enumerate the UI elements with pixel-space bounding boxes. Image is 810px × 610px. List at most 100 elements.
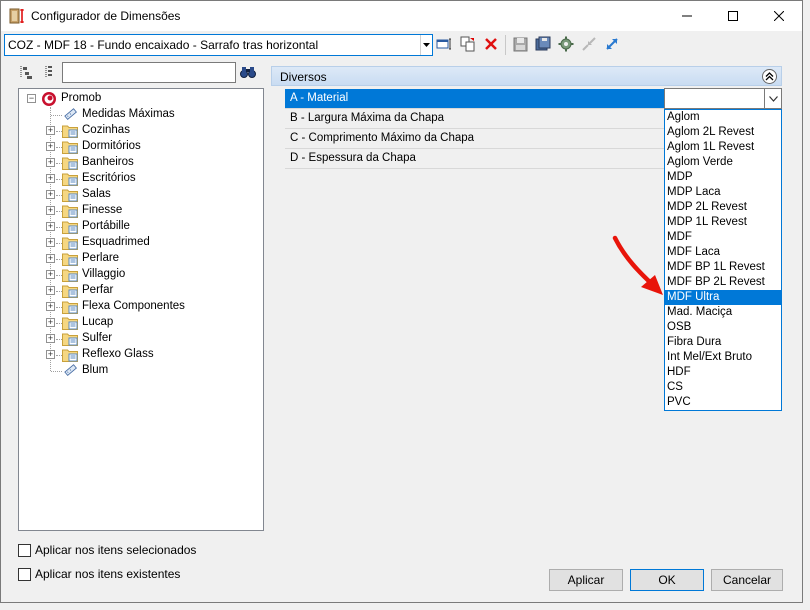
expand-toggle[interactable]: + [46, 190, 55, 199]
tree-connector [51, 371, 62, 372]
collapse-toggle[interactable]: − [27, 94, 36, 103]
properties-button[interactable] [435, 35, 453, 53]
material-option[interactable]: Aglom 1L Revest [665, 140, 781, 155]
expand-toggle[interactable]: + [46, 302, 55, 311]
expand-dimensions-button[interactable] [603, 35, 621, 53]
material-option[interactable]: MDF Laca [665, 245, 781, 260]
material-option[interactable]: MDF Ultra [665, 290, 781, 305]
expand-toggle[interactable]: + [46, 206, 55, 215]
tree-item[interactable]: + Perfar [19, 283, 259, 299]
expand-toggle[interactable]: + [46, 350, 55, 359]
material-option[interactable]: PVC [665, 395, 781, 410]
combo-dropdown-button[interactable] [420, 35, 432, 55]
tree-item[interactable]: + Perlare [19, 251, 259, 267]
material-option[interactable]: MDF BP 1L Revest [665, 260, 781, 275]
tree-item[interactable]: + Dormitórios [19, 139, 259, 155]
material-option[interactable]: MDP 1L Revest [665, 215, 781, 230]
apply-selected-option[interactable]: Aplicar nos itens selecionados [18, 542, 196, 558]
material-option[interactable]: MDP [665, 170, 781, 185]
expand-toggle[interactable]: + [46, 254, 55, 263]
apply-selected-checkbox[interactable] [18, 543, 31, 557]
tree-item[interactable]: + Banheiros [19, 155, 259, 171]
expand-toggle[interactable]: + [46, 222, 55, 231]
cancel-button[interactable]: Cancelar [711, 569, 783, 591]
collapse-all-button[interactable] [39, 63, 57, 81]
material-option[interactable]: Aglom [665, 110, 781, 125]
material-option[interactable]: Int Mel/Ext Bruto [665, 350, 781, 365]
maximize-button[interactable] [710, 1, 756, 31]
expand-toggle[interactable]: + [46, 174, 55, 183]
catalog-tree[interactable]: − Promob Medidas Máximas + Cozinhas + Dormitór… [18, 88, 264, 531]
expand-all-button[interactable] [17, 63, 35, 81]
save-all-button[interactable] [534, 35, 552, 53]
save-button[interactable] [511, 35, 529, 53]
tree-item[interactable]: + Escritórios [19, 171, 259, 187]
expand-toggle[interactable]: + [46, 270, 55, 279]
apply-existing-option[interactable]: Aplicar nos itens existentes [18, 566, 180, 582]
tree-item[interactable]: Blum [19, 363, 259, 379]
material-dropdown-button[interactable] [764, 89, 781, 108]
tree-item[interactable]: + Villaggio [19, 267, 259, 283]
tree-item[interactable]: + Reflexo Glass [19, 347, 259, 363]
settings-button[interactable] [557, 35, 575, 53]
tree-item[interactable]: + Portábille [19, 219, 259, 235]
material-option[interactable]: MDF [665, 230, 781, 245]
tree-root-promob[interactable]: − Promob [19, 91, 259, 107]
apply-button[interactable]: Aplicar [549, 569, 623, 591]
material-option[interactable]: HDF [665, 365, 781, 380]
folder-icon [62, 173, 78, 186]
copy-button[interactable] [459, 35, 477, 53]
group-header-diversos[interactable]: Diversos [271, 66, 782, 86]
tree-item[interactable]: + Sulfer [19, 331, 259, 347]
expand-toggle[interactable]: + [46, 238, 55, 247]
material-dropdown-list[interactable]: Aglom Aglom 2L Revest Aglom 1L Revest Aglom… [664, 109, 782, 411]
tree-item[interactable]: + Lucap [19, 315, 259, 331]
close-button[interactable] [756, 1, 802, 31]
tree-item[interactable]: + Flexa Componentes [19, 299, 259, 315]
material-option[interactable]: Aglom 2L Revest [665, 125, 781, 140]
material-option[interactable]: MDF BP 2L Revest [665, 275, 781, 290]
minimize-button[interactable] [664, 1, 710, 31]
tree-item[interactable]: + Esquadrimed [19, 235, 259, 251]
tree-item-label: Cozinhas [82, 124, 130, 136]
tree-search-input[interactable] [62, 62, 236, 83]
property-row[interactable]: A - Material [285, 89, 664, 109]
expand-toggle[interactable]: + [46, 334, 55, 343]
collapse-dimensions-button[interactable] [580, 35, 598, 53]
material-option[interactable]: MDP 2L Revest [665, 200, 781, 215]
tree-item[interactable]: Medidas Máximas [19, 107, 259, 123]
tree-item[interactable]: + Finesse [19, 203, 259, 219]
configuration-combo[interactable]: COZ - MDF 18 - Fundo encaixado - Sarrafo… [4, 34, 433, 56]
folder-icon [62, 301, 78, 314]
material-option[interactable]: MDP Laca [665, 185, 781, 200]
apply-existing-label: Aplicar nos itens existentes [35, 567, 181, 581]
tree-item-label: Banheiros [82, 156, 134, 168]
find-button[interactable] [239, 63, 257, 81]
expand-toggle[interactable]: + [46, 318, 55, 327]
apply-existing-checkbox[interactable] [18, 567, 31, 581]
property-label: A - Material [290, 92, 349, 104]
tree-item-label: Escritórios [82, 172, 136, 184]
expand-toggle[interactable]: + [46, 286, 55, 295]
material-editor[interactable] [664, 88, 782, 109]
material-option[interactable]: Mad. Maciça [665, 305, 781, 320]
expand-toggle[interactable]: + [46, 142, 55, 151]
copy-icon [460, 36, 475, 52]
expand-toggle[interactable]: + [46, 126, 55, 135]
material-option[interactable]: CS [665, 380, 781, 395]
expand-toggle[interactable]: + [46, 158, 55, 167]
tree-item[interactable]: + Cozinhas [19, 123, 259, 139]
folder-icon [62, 125, 78, 138]
folder-icon [62, 205, 78, 218]
delete-button[interactable] [482, 35, 500, 53]
ok-button[interactable]: OK [630, 569, 704, 591]
material-option[interactable]: Aglom Verde [665, 155, 781, 170]
folder-icon [62, 189, 78, 202]
tree-item-label: Reflexo Glass [82, 348, 154, 360]
tree-item-label: Lucap [82, 316, 114, 328]
material-option[interactable]: OSB [665, 320, 781, 335]
material-option[interactable]: Fibra Dura [665, 335, 781, 350]
maximize-icon [728, 11, 738, 21]
group-collapse-button[interactable] [762, 69, 777, 84]
tree-item[interactable]: + Salas [19, 187, 259, 203]
